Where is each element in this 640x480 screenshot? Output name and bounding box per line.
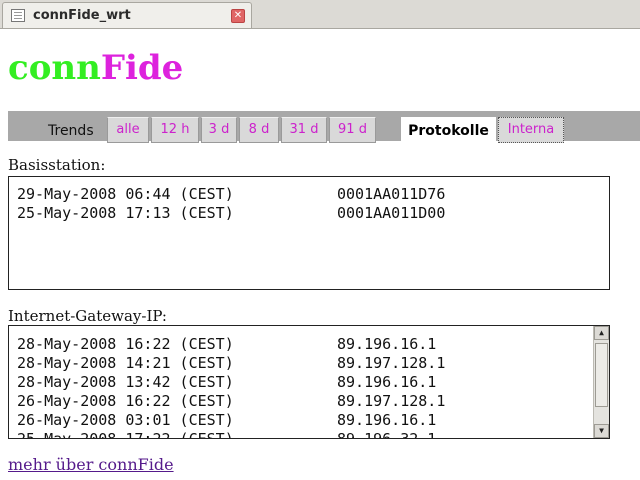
list-item: 28-May-2008 16:22 (CEST) 89.196.16.1 xyxy=(9,335,609,354)
nav-button-alle[interactable]: alle xyxy=(107,117,149,143)
entry-time: 28-May-2008 16:22 (CEST) xyxy=(17,335,234,353)
nav-button-31d[interactable]: 31 d xyxy=(281,117,327,143)
entry-value: 0001AA011D76 xyxy=(337,185,446,203)
entry-value: 0001AA011D00 xyxy=(337,204,446,222)
browser-tab[interactable]: connFide_wrt ✕ xyxy=(2,2,252,28)
list-item: 29-May-2008 06:44 (CEST) 0001AA011D76 xyxy=(9,185,609,204)
scrollbar-thumb[interactable] xyxy=(595,343,608,407)
entry-value: 89.197.128.1 xyxy=(337,392,446,410)
entry-time: 26-May-2008 16:22 (CEST) xyxy=(17,392,234,410)
nav-button-interna[interactable]: Interna xyxy=(498,117,564,143)
list-item: 25-May-2008 17:22 (CEST) 89.196.32.1 xyxy=(9,430,609,439)
entry-value: 89.197.128.1 xyxy=(337,354,446,372)
nav-tab-protokolle[interactable]: Protokolle xyxy=(401,117,496,143)
nav-button-91d[interactable]: 91 d xyxy=(329,117,376,143)
entry-time: 25-May-2008 17:13 (CEST) xyxy=(17,204,234,222)
app-logo: connFide xyxy=(8,48,183,88)
entry-value: 89.196.32.1 xyxy=(337,430,437,439)
basisstation-box: 29-May-2008 06:44 (CEST) 0001AA011D76 25… xyxy=(8,176,610,290)
up-arrow-icon[interactable]: ▲ xyxy=(594,326,609,340)
entry-value: 89.196.16.1 xyxy=(337,373,437,391)
nav-button-8d[interactable]: 8 d xyxy=(239,117,279,143)
gateway-label: Internet-Gateway-IP: xyxy=(8,307,167,325)
list-item: 26-May-2008 16:22 (CEST) 89.197.128.1 xyxy=(9,392,609,411)
entry-time: 26-May-2008 03:01 (CEST) xyxy=(17,411,234,429)
page-icon xyxy=(11,9,25,22)
browser-tab-strip: connFide_wrt ✕ xyxy=(0,0,640,29)
logo-part-conn: conn xyxy=(8,48,101,88)
nav-trends-label: Trends xyxy=(48,123,94,139)
entry-time: 29-May-2008 06:44 (CEST) xyxy=(17,185,234,203)
entry-time: 28-May-2008 14:21 (CEST) xyxy=(17,354,234,372)
list-item: 28-May-2008 14:21 (CEST) 89.197.128.1 xyxy=(9,354,609,373)
entry-value: 89.196.16.1 xyxy=(337,411,437,429)
nav-button-12h[interactable]: 12 h xyxy=(151,117,199,143)
more-about-link[interactable]: mehr über connFide xyxy=(8,455,174,474)
entry-value: 89.196.16.1 xyxy=(337,335,437,353)
basisstation-label: Basisstation: xyxy=(8,156,106,174)
entry-time: 28-May-2008 13:42 (CEST) xyxy=(17,373,234,391)
list-item: 28-May-2008 13:42 (CEST) 89.196.16.1 xyxy=(9,373,609,392)
gateway-box[interactable]: 28-May-2008 16:22 (CEST) 89.196.16.1 28-… xyxy=(8,325,610,439)
scrollbar[interactable]: ▲ ▼ xyxy=(593,326,609,438)
down-arrow-icon[interactable]: ▼ xyxy=(594,424,609,438)
logo-part-fide: Fide xyxy=(100,48,184,88)
tab-title: connFide_wrt xyxy=(33,8,131,23)
close-tab-icon[interactable]: ✕ xyxy=(231,9,245,23)
entry-time: 25-May-2008 17:22 (CEST) xyxy=(17,430,234,439)
list-item: 25-May-2008 17:13 (CEST) 0001AA011D00 xyxy=(9,204,609,223)
nav-button-3d[interactable]: 3 d xyxy=(201,117,237,143)
list-item: 26-May-2008 03:01 (CEST) 89.196.16.1 xyxy=(9,411,609,430)
